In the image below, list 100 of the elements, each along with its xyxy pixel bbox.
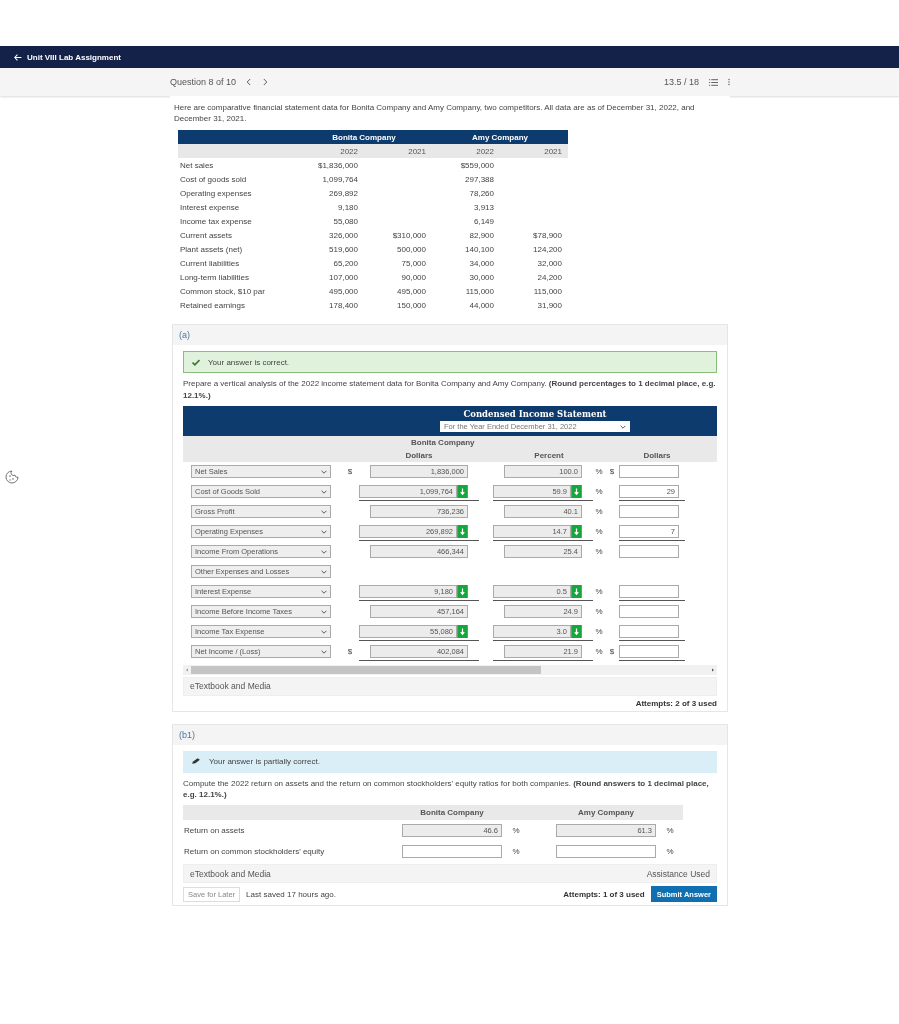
year-header: 2021 — [408, 146, 426, 156]
amount-field[interactable] — [619, 545, 679, 559]
table-cell: 115,000 — [533, 286, 562, 296]
table-cell: 500,000 — [397, 244, 426, 254]
info-marker-icon[interactable] — [457, 585, 468, 599]
row-label: Operating expenses — [180, 188, 252, 198]
row-label: Current assets — [180, 230, 233, 240]
chevron-down-icon — [321, 649, 327, 654]
amount-field[interactable] — [619, 465, 679, 479]
intro-text: Here are comparative financial statement data for Bonita Company and Amy Company, two competitors. All data are as of December 31, 2022, and December 31, 2021. — [173, 102, 696, 125]
chevron-down-icon — [321, 629, 327, 634]
table-cell: 6,149 — [473, 216, 494, 226]
amount-field[interactable] — [619, 645, 679, 659]
assistance-text: Assistance Used — [646, 868, 710, 879]
attempts-text: Attempts: 1 of 3 used — [563, 889, 645, 899]
table-cell: 495,000 — [397, 286, 426, 296]
back-arrow-icon — [14, 53, 22, 61]
answer-field[interactable] — [556, 845, 656, 859]
back-link[interactable]: Unit VIII Lab Assignment — [14, 52, 121, 62]
percent-sign: % — [594, 547, 604, 557]
currency-sign: $ — [347, 647, 353, 657]
table-cell: 140,100 — [465, 244, 494, 254]
table-cell: $310,000 — [392, 230, 426, 240]
table-cell: 30,000 — [469, 272, 494, 282]
company-header: Bonita Company — [411, 437, 475, 447]
row-label: Income tax expense — [180, 216, 252, 226]
answer-field[interactable] — [402, 845, 502, 859]
media-panel[interactable]: eTextbook and Media — [183, 676, 717, 696]
table-cell: 31,900 — [537, 300, 562, 310]
info-marker-icon[interactable] — [571, 485, 582, 499]
chevron-down-icon — [620, 424, 626, 429]
table-cell: 82,900 — [469, 230, 494, 240]
percent-sign: % — [594, 527, 604, 537]
cookie-icon[interactable] — [5, 470, 19, 484]
percent-sign: % — [594, 507, 604, 517]
info-marker-icon[interactable] — [457, 485, 468, 499]
amount-field[interactable] — [619, 605, 679, 619]
feedback-text: Your answer is correct. — [208, 357, 290, 367]
feedback-text: Your answer is partially correct. — [209, 757, 320, 767]
previous-button[interactable] — [246, 78, 253, 86]
table-cell: 115,000 — [465, 286, 494, 296]
horizontal-scrollbar[interactable] — [183, 664, 717, 675]
percent-sign: % — [666, 826, 674, 836]
percent-sign: % — [594, 607, 604, 617]
list-icon[interactable] — [709, 78, 718, 86]
score-text: 13.5 / 18 — [663, 77, 699, 87]
table-cell: 44,000 — [469, 300, 494, 310]
row-label: Net sales — [180, 160, 214, 170]
info-marker-icon[interactable] — [457, 625, 468, 639]
table-cell: 34,000 — [469, 258, 494, 268]
company-header: Amy Company — [578, 808, 634, 818]
row-label: Retained earnings — [180, 300, 245, 310]
chevron-down-icon — [321, 489, 327, 494]
table-cell: 9,180 — [337, 202, 358, 212]
table-cell: $559,000 — [460, 160, 494, 170]
percent-sign: % — [594, 487, 604, 497]
currency-sign: $ — [609, 647, 615, 657]
company-header: Bonita Company — [420, 808, 484, 818]
table-cell: 495,000 — [329, 286, 358, 296]
table-cell: 75,000 — [401, 258, 426, 268]
check-icon — [192, 358, 200, 366]
table-cell: 90,000 — [401, 272, 426, 282]
attempts-text: Attempts: 2 of 3 used — [634, 698, 717, 708]
table-cell: 269,892 — [329, 188, 358, 198]
info-marker-icon[interactable] — [457, 525, 468, 539]
info-marker-icon[interactable] — [571, 525, 582, 539]
chevron-down-icon — [321, 569, 327, 574]
amount-field[interactable] — [619, 625, 679, 639]
company-header: Amy Company — [472, 132, 528, 142]
row-label: Common stock, $10 par — [180, 286, 265, 296]
question-counter: Question 8 of 10 — [170, 77, 237, 87]
percent-sign: % — [594, 587, 604, 597]
row-label: Long-term liabilities — [180, 272, 249, 282]
chevron-down-icon — [321, 529, 327, 534]
chevron-down-icon — [321, 469, 327, 474]
chevron-down-icon — [321, 549, 327, 554]
year-header: 2022 — [340, 146, 358, 156]
info-marker-icon[interactable] — [571, 625, 582, 639]
pencil-icon — [192, 758, 201, 766]
percent-sign: % — [594, 627, 604, 637]
table-cell: 24,200 — [537, 272, 562, 282]
column-header: Dollars — [404, 450, 434, 460]
part-label: (b1) — [173, 724, 727, 745]
table-cell: 78,260 — [469, 188, 494, 198]
next-button[interactable] — [262, 78, 269, 86]
year-header: 2021 — [544, 146, 562, 156]
table-cell: $78,900 — [533, 230, 562, 240]
table-cell: 65,200 — [333, 258, 358, 268]
table-cell: 107,000 — [329, 272, 358, 282]
row-label: Return on common stockholders' equity — [184, 847, 325, 857]
instructions-text: Compute the 2022 return on assets and the return on common stockholders' equity ratios for both companies. (Round answers to 1 decimal place, e.g. 12.1%.) — [183, 777, 710, 801]
info-marker-icon[interactable] — [571, 585, 582, 599]
chevron-down-icon — [321, 589, 327, 594]
amount-field[interactable] — [619, 505, 679, 519]
table-cell: 178,400 — [329, 300, 358, 310]
amount-field[interactable] — [619, 585, 679, 599]
column-header: Dollars — [642, 450, 672, 460]
media-panel[interactable]: eTextbook and Media Assistance Used — [183, 864, 717, 884]
percent-sign: % — [666, 847, 674, 857]
column-header: Percent — [533, 450, 565, 460]
